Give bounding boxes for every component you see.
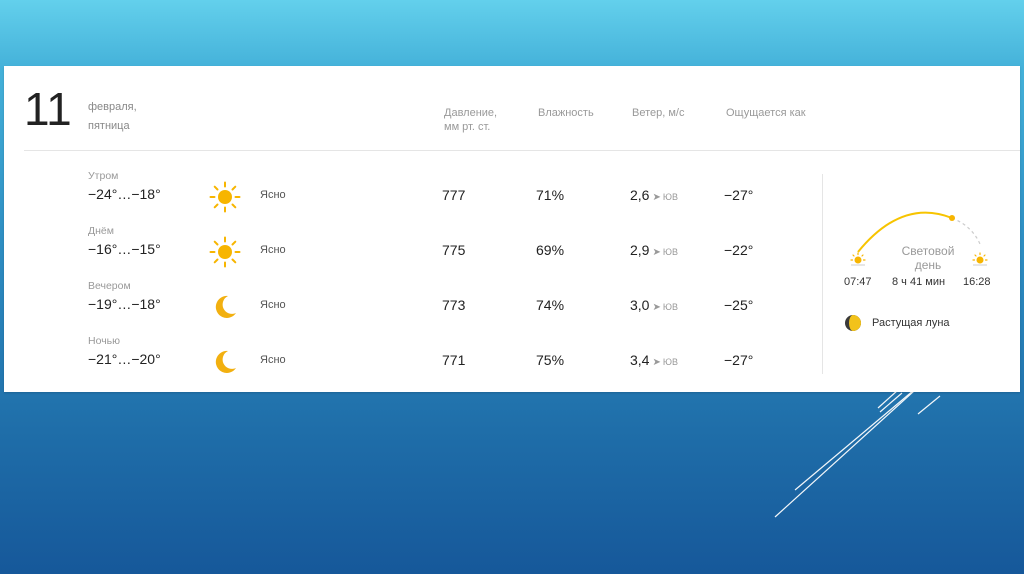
feels-like-value: −27° [724,352,754,368]
date-weekday: пятница [88,120,130,132]
sun-icon [209,236,241,268]
panel-divider [822,174,823,374]
temperature-range: −21°…−20° [88,351,161,367]
column-header-humidity: Влажность [538,107,594,119]
date-month: февраля, [88,101,137,113]
forecast-row-night: Ночью −21°…−20° Ясно 771 75% 3,4 ➤ ЮВ −27° [4,335,824,385]
humidity-value: 74% [536,297,565,313]
wind-direction: ЮВ [662,357,678,367]
wind-direction: ЮВ [662,192,678,202]
moon-phase-label: Растущая луна [872,317,950,329]
condition-label: Ясно [260,189,286,201]
sun-icon [209,181,241,213]
wind-direction: ЮВ [662,302,678,312]
feels-like-value: −27° [724,187,754,203]
sunset-time: 16:28 [963,276,991,288]
moon-phase-icon [845,315,861,331]
column-header-wind: Ветер, м/с [632,107,685,119]
humidity-value: 69% [536,242,565,258]
wind-speed: 2,9 [630,242,650,258]
wind-cell: 3,4 ➤ ЮВ [630,352,678,368]
day-part-label: Утром [88,170,119,182]
feels-like-value: −22° [724,242,754,258]
temperature-range: −24°…−18° [88,186,161,202]
wind-direction-icon: ➤ [652,357,661,368]
condition-label: Ясно [260,244,286,256]
temperature-range: −19°…−18° [88,296,161,312]
column-header-feels-like: Ощущается как [726,107,806,119]
daylight-title: Световой день [894,244,962,272]
day-part-label: Вечером [88,280,131,292]
moon-icon [215,295,236,318]
day-part-label: Ночью [88,335,121,347]
pressure-value: 777 [442,187,466,203]
wind-direction-icon: ➤ [652,302,661,313]
wind-speed: 3,4 [630,352,650,368]
temperature-range: −16°…−15° [88,241,161,257]
wind-direction-icon: ➤ [652,192,661,203]
sunrise-time: 07:47 [844,276,872,288]
date-day: 11 [24,83,72,135]
moon-icon [215,350,236,373]
header-divider [24,150,1020,151]
daylight-title-line1: Световой [901,244,955,258]
sunrise-icon [850,252,866,266]
humidity-value: 75% [536,352,565,368]
day-part-label: Днём [88,225,114,237]
condition-label: Ясно [260,354,286,366]
wind-direction-icon: ➤ [652,247,661,258]
pressure-value: 773 [442,297,466,313]
humidity-value: 71% [536,187,565,203]
sunset-icon [972,252,988,266]
weather-card: 11 февраля, пятница Давление, мм рт. ст.… [4,66,1020,392]
daylight-title-line2: день [914,258,942,272]
forecast-row-morning: Утром −24°…−18° Ясно 777 71% 2,6 ➤ ЮВ −27° [4,170,824,220]
feels-like-value: −25° [724,297,754,313]
condition-label: Ясно [260,299,286,311]
column-header-pressure-line2: мм рт. ст. [444,121,491,133]
wind-speed: 3,0 [630,297,650,313]
column-header-pressure-line1: Давление, [444,107,498,119]
daylight-panel: Световой день 07:47 8 ч 41 мин 16:28 Рас… [832,204,1012,344]
forecast-row-evening: Вечером −19°…−18° Ясно 773 74% 3,0 ➤ ЮВ −2… [4,280,824,330]
pressure-value: 775 [442,242,466,258]
wind-cell: 3,0 ➤ ЮВ [630,297,678,313]
wind-direction: ЮВ [662,247,678,257]
wind-cell: 2,6 ➤ ЮВ [630,187,678,203]
wind-speed: 2,6 [630,187,650,203]
day-length: 8 ч 41 мин [892,276,946,288]
forecast-row-day: Днём −16°…−15° Ясно 775 69% 2,9 ➤ ЮВ −22° [4,225,824,275]
wind-cell: 2,9 ➤ ЮВ [630,242,678,258]
pressure-value: 771 [442,352,466,368]
column-header-pressure: Давление, мм рт. ст. [444,106,497,134]
